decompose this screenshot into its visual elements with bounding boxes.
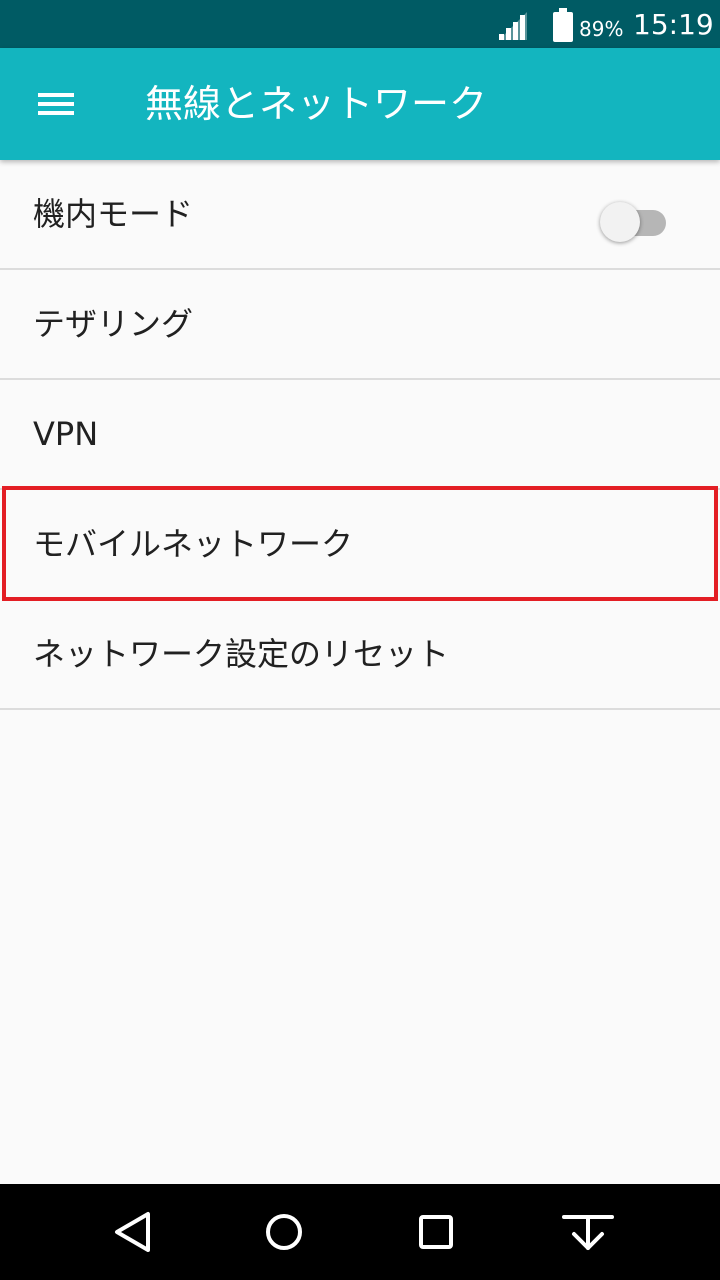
network-reset-item[interactable]: ネットワーク設定のリセット [0, 600, 720, 710]
mobile-network-label: モバイルネットワーク [33, 525, 354, 563]
status-bar: 89% 15:19 [0, 0, 720, 48]
navigation-bar [0, 1184, 720, 1280]
mobile-network-item[interactable]: モバイルネットワーク [0, 490, 720, 600]
back-icon[interactable] [100, 1202, 164, 1262]
toggle-thumb [600, 202, 640, 242]
airplane-mode-toggle[interactable] [600, 196, 668, 242]
home-icon[interactable] [252, 1202, 316, 1262]
battery-icon [553, 8, 573, 42]
network-reset-label: ネットワーク設定のリセット [33, 635, 450, 673]
settings-list: 機内モード テザリング VPN モバイルネットワーク ネットワーク設定のリセット [0, 160, 720, 710]
recents-icon[interactable] [404, 1202, 468, 1262]
battery-percent: 89% [579, 17, 624, 41]
airplane-mode-label: 機内モード [33, 195, 194, 233]
status-clock: 15:19 [633, 8, 714, 41]
airplane-mode-item[interactable]: 機内モード [0, 160, 720, 270]
page-title: 無線とネットワーク [145, 82, 488, 126]
app-bar: 無線とネットワーク [0, 48, 720, 160]
vpn-item[interactable]: VPN [0, 380, 720, 490]
hide-nav-icon[interactable] [556, 1202, 620, 1262]
signal-icon [499, 12, 527, 40]
tethering-label: テザリング [33, 305, 194, 343]
hamburger-menu-icon[interactable] [22, 82, 90, 126]
vpn-label: VPN [33, 415, 99, 453]
tethering-item[interactable]: テザリング [0, 270, 720, 380]
